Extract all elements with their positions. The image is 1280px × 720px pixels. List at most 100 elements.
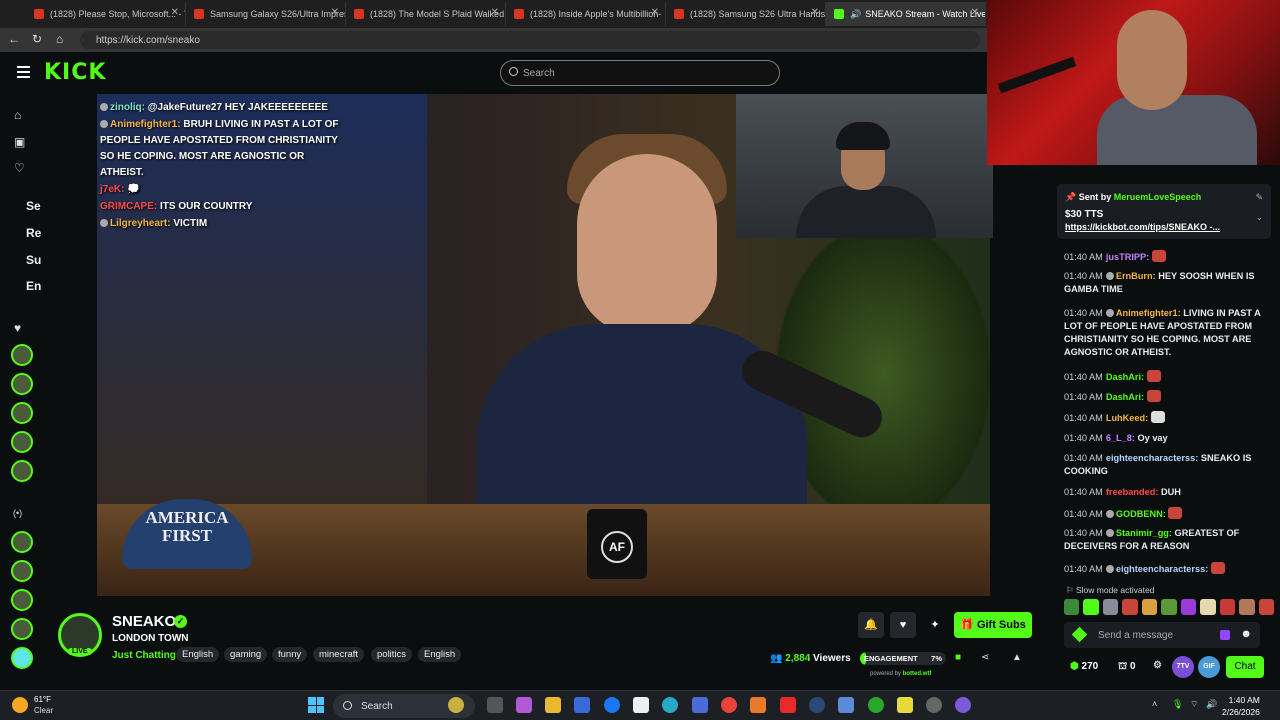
close-tab-icon[interactable]: ✕ [171,7,179,18]
url-field[interactable]: https://kick.com/sneako [80,31,980,49]
app-icon[interactable] [955,697,971,713]
volume-icon[interactable]: 🔊 [1206,699,1217,710]
recommended-channel-avatar[interactable] [11,560,33,582]
calculator-icon[interactable] [692,697,708,713]
emote-icon[interactable] [1258,599,1274,615]
copilot-icon[interactable] [516,697,532,713]
store-icon[interactable] [574,697,590,713]
emote-icon[interactable] [1219,599,1236,615]
stream-tag[interactable]: English [418,647,462,662]
stream-tag[interactable]: politics [371,647,413,662]
file-explorer-icon[interactable] [545,697,561,713]
stats-icon[interactable]: ■ [955,652,961,663]
home-icon[interactable]: ⌂ [56,32,63,46]
stream-tag[interactable]: minecraft [313,647,365,662]
gift-subs-button[interactable]: 🎁 Gift Subs [954,612,1032,638]
browser-tab[interactable]: (1828) Inside Apple's Multibillion- ✕ [506,2,666,26]
steam-icon[interactable] [809,697,825,713]
chat-username[interactable]: eighteencharacterss: [1116,564,1208,574]
browser-tab[interactable]: (1828) The Model S Plaid Walked ✕ [346,2,506,26]
followed-channel-avatar[interactable] [11,431,33,453]
reload-icon[interactable]: ↻ [32,32,42,46]
chevron-down-icon[interactable]: ⌄ [1255,212,1263,223]
close-tab-icon[interactable]: ✕ [651,7,659,18]
windows-start-icon[interactable] [308,697,324,713]
youtube-icon[interactable] [780,697,796,713]
heart-icon[interactable]: ♡ [14,161,25,175]
chat-message-input[interactable]: Send a message ☻ [1064,622,1260,648]
chat-username[interactable]: freebanded: [1106,487,1159,497]
hamburger-menu-icon[interactable] [17,66,30,81]
chat-username[interactable]: 6_L_8: [1106,433,1135,443]
system-clock[interactable]: 1:40 AM 2/26/2026 [1222,694,1260,718]
stream-tag[interactable]: gaming [224,647,268,662]
chat-username[interactable]: LuhKeed: [1106,413,1148,423]
clip-button[interactable]: ✦ [922,612,948,638]
emote-icon[interactable] [1064,599,1080,615]
chevron-up-icon[interactable]: ˄ [1152,699,1157,709]
emote-icon[interactable] [1122,599,1138,615]
chat-username[interactable]: eighteencharacterss: [1106,453,1198,463]
facebook-icon[interactable] [604,697,620,713]
browser-tab-active[interactable]: 🔊 SNEAKO Stream - Watch Live ✕ [826,2,986,26]
edge-icon[interactable] [662,697,678,713]
emote-icon[interactable] [1102,599,1119,615]
recommended-channel-avatar[interactable] [11,618,33,640]
channel-name[interactable]: SNEAKO [112,613,176,630]
vlc-icon[interactable] [750,697,766,713]
sidebar-label[interactable]: Se [26,199,41,213]
follow-button[interactable]: ♥ [890,612,916,638]
channel-points[interactable]: ⬢ 270 [1070,661,1098,672]
back-arrow-icon[interactable]: ← [8,32,20,46]
report-icon[interactable]: ▲ [1012,652,1022,663]
chat-username[interactable]: Stanimir_gg: [1116,528,1172,538]
emote-icon[interactable] [1239,599,1255,615]
close-tab-icon[interactable]: ✕ [331,7,339,18]
sidebar-label[interactable]: Su [26,253,41,267]
recommended-channel-avatar[interactable] [11,589,33,611]
task-view-icon[interactable] [487,697,503,713]
chat-send-button[interactable]: Chat [1226,656,1264,678]
pinned-link[interactable]: https://kickbot.com/tips/SNEAKO -... [1065,222,1220,232]
close-tab-icon[interactable]: ✕ [811,7,819,18]
7tv-button[interactable]: 7TV [1172,656,1194,678]
app-icon[interactable] [838,697,854,713]
kick-logo[interactable]: KICK [44,60,106,85]
followed-channel-avatar[interactable] [11,402,33,424]
emoji-picker-icon[interactable]: ☻ [1240,628,1252,640]
close-tab-icon[interactable]: ✕ [491,7,499,18]
stream-category[interactable]: Just Chatting [112,650,176,661]
unpin-icon[interactable]: ✎ [1255,192,1263,203]
browse-icon[interactable]: ▣ [14,135,25,149]
obs-icon[interactable] [926,697,942,713]
emote-icon[interactable] [1083,599,1099,615]
recommended-channel-avatar[interactable] [11,647,33,669]
chat-username[interactable]: GODBENN: [1116,509,1166,519]
share-icon[interactable]: ⋖ [981,652,989,663]
home-icon[interactable]: ⌂ [14,108,21,122]
followed-channel-avatar[interactable] [11,460,33,482]
browser-tab[interactable]: Samsung Galaxy S26/Ultra Impres ✕ [186,2,346,26]
followed-channel-avatar[interactable] [11,373,33,395]
chat-username[interactable]: DashAri: [1106,392,1144,402]
close-tab-icon[interactable]: ✕ [971,7,979,18]
emote-icon[interactable] [1180,599,1197,615]
gif-button[interactable]: GIF [1198,656,1220,678]
sidebar-label[interactable]: En [26,279,41,293]
emote-icon[interactable] [1200,599,1216,615]
browser-tab[interactable]: (1828) Please Stop, Microsoft... - Y ✕ [26,2,186,26]
chrome-icon[interactable] [721,697,737,713]
chat-username[interactable]: DashAri: [1106,372,1144,382]
chat-username[interactable]: ErnBurn: [1116,271,1156,281]
stream-tag[interactable]: English [176,647,220,662]
xbox-icon[interactable] [868,697,884,713]
sidebar-label[interactable]: Re [26,226,41,240]
amazon-icon[interactable] [633,697,649,713]
chat-username[interactable]: Animefighter1: [1116,308,1181,318]
notes-icon[interactable] [897,697,913,713]
pinned-message[interactable]: 📌 Sent by MeruemLoveSpeech $30 TTS https… [1057,184,1271,239]
recommended-channel-avatar[interactable] [11,531,33,553]
search-input[interactable]: Search [500,60,780,86]
chat-username[interactable]: jusTRIPP: [1106,252,1149,262]
gear-icon[interactable]: ⚙ [1153,660,1162,671]
